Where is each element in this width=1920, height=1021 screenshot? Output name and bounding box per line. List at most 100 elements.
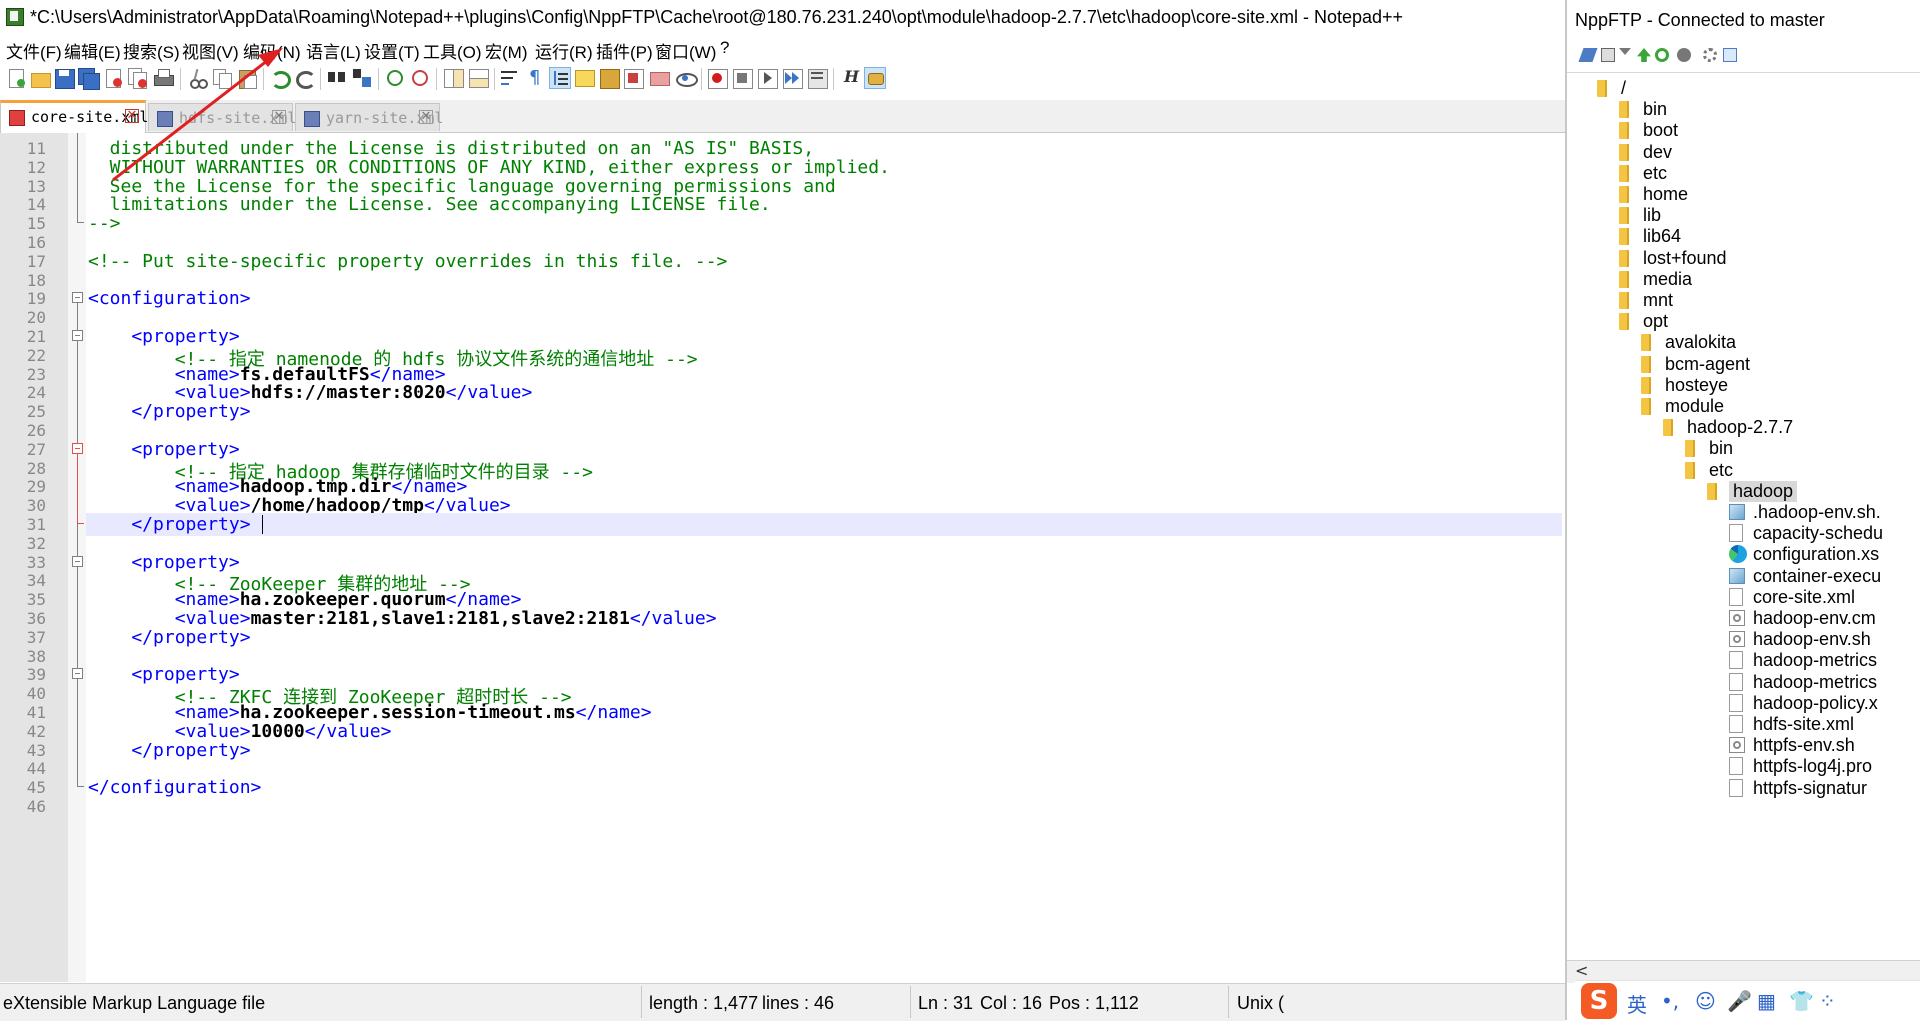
cursor-line: Ln : 31 [918,993,974,1013]
copy-icon[interactable] [211,67,233,89]
document-map-icon[interactable] [598,67,620,89]
zoom-out-icon[interactable] [409,67,431,89]
line-number: 35 [26,590,46,610]
menu-window[interactable]: 窗口(W) [655,38,716,63]
print-icon[interactable] [152,67,174,89]
toolbox-grid-icon[interactable]: ⁘ [1819,989,1836,1013]
folder-as-workspace-icon[interactable] [648,67,670,89]
indent-guide-icon[interactable] [549,67,571,89]
script-file-icon [1729,567,1745,584]
tree-node-label: container-execu [1753,565,1882,586]
server-icon[interactable] [1601,48,1615,62]
nppftp-toggle-icon[interactable] [864,67,886,89]
line-number: 40 [26,684,46,704]
tree-node-label: hosteye [1665,374,1729,395]
start-recording-icon[interactable] [706,67,728,89]
menu-settings[interactable]: 设置(T) [364,38,420,63]
redo-icon[interactable] [293,67,316,89]
line-number: 24 [26,383,46,403]
fold-box[interactable] [72,292,83,304]
close-tab-icon[interactable]: ✕ [419,110,433,124]
fold-box[interactable] [72,555,83,567]
stop-recording-icon[interactable] [731,67,753,89]
menu-run[interactable]: 运行(R) [535,38,593,63]
fold-box[interactable] [72,442,83,454]
code-line: <!-- Put site-specific property override… [88,251,727,272]
refresh-icon[interactable] [1655,48,1669,62]
new-file-icon[interactable] [5,67,27,89]
monitoring-icon[interactable] [674,67,698,89]
menu-help[interactable]: ? [720,38,729,58]
line-number: 23 [26,364,46,384]
config-file-icon [1729,631,1745,648]
save-icon[interactable] [53,67,75,89]
line-number: 20 [26,308,46,328]
eol-format[interactable]: Unix ( [1237,993,1284,1014]
abort-icon[interactable] [1677,48,1691,62]
line-number: 45 [26,778,46,798]
close-all-icon[interactable] [126,67,148,89]
sync-vertical-icon[interactable] [442,67,464,89]
menu-macro[interactable]: 宏(M) [485,38,527,63]
tab-yarn-site[interactable]: yarn-site.xml ✕ [295,103,443,131]
menu-file[interactable]: 文件(F) [6,38,62,63]
user-defined-language-icon[interactable] [573,67,595,89]
download-icon[interactable] [1619,48,1631,55]
menu-plugins[interactable]: 插件(P) [596,38,653,63]
skin-shirt-icon[interactable]: 👕 [1789,989,1814,1013]
document-icon [1729,651,1743,670]
message-window-icon[interactable] [1723,48,1737,62]
run-macro-multiple-icon[interactable] [781,67,803,89]
tab-hdfs-site[interactable]: hdfs-site.xml ✕ [148,103,296,131]
plugin-h-icon[interactable]: H [838,67,860,89]
zoom-in-icon[interactable] [384,67,406,89]
open-file-icon[interactable] [29,67,51,89]
save-macro-icon[interactable] [806,67,828,89]
tree-node-label: hadoop-policy.x [1753,692,1878,713]
undo-icon[interactable] [268,67,291,89]
folder-icon [1619,228,1629,246]
line-number: 13 [26,176,46,196]
menu-edit[interactable]: 编辑(E) [64,38,121,63]
tree-node-label: httpfs-log4j.pro [1753,756,1873,777]
menu-encoding[interactable]: 编码(N) [243,38,301,63]
close-tab-icon[interactable]: ✕ [125,109,139,123]
fold-box[interactable] [72,330,83,341]
menu-search[interactable]: 搜索(S) [123,38,180,63]
paste-icon[interactable] [236,67,258,89]
ime-language-toggle[interactable]: 英 [1627,989,1647,1018]
close-tab-icon[interactable]: ✕ [272,110,286,124]
menu-view[interactable]: 视图(V) [182,38,239,63]
saved-file-icon [304,111,320,127]
menu-language[interactable]: 语言(L) [306,38,361,63]
tab-bar: core-site.xml ✕ hdfs-site.xml ✕ yarn-sit… [0,100,1565,133]
save-all-icon[interactable] [77,67,100,90]
ime-punctuation-toggle[interactable]: •, [1661,989,1679,1013]
code-text: --> [88,213,121,235]
code-editor[interactable]: 11 distributed under the License is dist… [0,133,1562,982]
word-wrap-icon[interactable] [499,67,521,89]
window-title: *C:\Users\Administrator\AppData\Roaming\… [30,7,1404,27]
playback-icon[interactable] [756,67,778,89]
scroll-left-arrow[interactable]: < [1575,961,1588,980]
keyboard-icon[interactable]: ▦ [1757,989,1776,1013]
microphone-icon[interactable]: 🎤 [1727,989,1752,1013]
emoji-icon[interactable]: ☺ [1695,989,1716,1013]
settings-gear-icon[interactable] [1703,48,1717,62]
cut-icon[interactable] [186,67,208,89]
find-icon[interactable] [326,67,348,89]
tree-node-label: configuration.xs [1753,544,1880,565]
replace-icon[interactable] [351,67,373,89]
tab-core-site[interactable]: core-site.xml ✕ [0,100,148,133]
menu-tools[interactable]: 工具(O) [423,38,482,63]
upload-icon[interactable] [1637,48,1651,62]
show-all-characters-icon[interactable]: ¶ [522,67,544,89]
fold-box[interactable] [72,668,83,680]
line-number: 19 [26,289,46,309]
function-list-icon[interactable] [622,67,644,89]
tree-node-label: hadoop-env.sh [1753,629,1871,650]
sync-horizontal-icon[interactable] [467,67,489,89]
connect-icon[interactable] [1578,48,1598,62]
sogou-logo-icon[interactable]: S [1581,983,1617,1019]
close-file-icon[interactable] [102,67,124,89]
